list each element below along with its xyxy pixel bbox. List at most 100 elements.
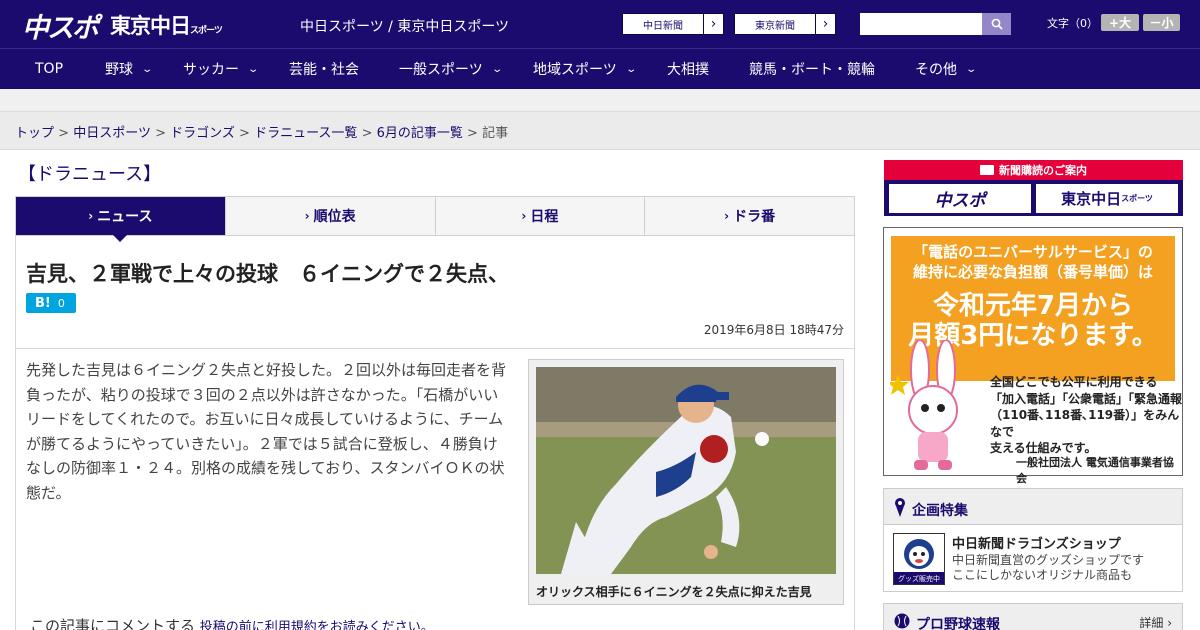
breadcrumb-link-top[interactable]: トップ: [15, 126, 54, 141]
ad-organization: 一般社団法人 電気通信事業者協会: [1016, 456, 1174, 485]
chevron-right-icon: ›: [304, 209, 310, 223]
chevron-right-icon: ›: [521, 209, 527, 223]
breadcrumb-link-dragons[interactable]: ドラゴンズ: [170, 126, 235, 141]
breadcrumb-separator: >: [467, 126, 478, 141]
nav-item-sumo[interactable]: 大相撲: [667, 49, 709, 89]
comment-prompt: この記事にコメントする 投稿の前に利用規約をお読みください。: [30, 615, 434, 630]
nav-item-soccer[interactable]: サッカー ⌄: [183, 49, 259, 89]
baseball-icon: [894, 613, 910, 629]
nav-item-racing[interactable]: 競馬・ボート・競輪: [749, 49, 875, 89]
chuspo-logo[interactable]: 中スポ: [22, 6, 99, 45]
font-size-label: 文字（0）: [1047, 17, 1098, 30]
hatena-count: 0: [57, 296, 65, 310]
tab-dora-ban[interactable]: › ドラ番: [645, 197, 854, 235]
chevron-right-icon: ›: [724, 209, 730, 223]
tokyo-logo-sub: スポーツ: [190, 26, 223, 36]
site-header: 中スポ 東京中日スポーツ 中日スポーツ / 東京中日スポーツ 中日新聞 › 東京…: [0, 0, 1200, 48]
article-tabs: › ニュース › 順位表 › 日程 › ドラ番: [15, 196, 855, 242]
subscribe-tokyo-main: 東京中日: [1061, 190, 1122, 208]
search-input[interactable]: [860, 13, 982, 35]
tab-news[interactable]: › ニュース: [16, 197, 226, 242]
nav-item-top[interactable]: TOP: [35, 49, 63, 89]
nav-label: その他: [915, 62, 957, 78]
pitcher-photo-icon: [536, 367, 836, 574]
section-title: 【ドラニュース】: [18, 164, 162, 185]
main-nav: TOP 野球 ⌄ サッカー ⌄ 芸能・社会 一般スポーツ ⌄ 地域スポーツ ⌄ 大相撲 …: [0, 48, 1200, 89]
newspaper-icon: [980, 165, 994, 175]
tokyo-chunichi-logo[interactable]: 東京中日スポーツ: [110, 10, 223, 40]
ad-heading: 「電話のユニバーサルサービス」の 維持に必要な負担額（番号単価）は: [891, 242, 1175, 282]
search-icon: [991, 18, 1003, 30]
subscription-label: 新聞購読のご案内: [999, 164, 1087, 177]
nav-item-baseball[interactable]: 野球 ⌄: [105, 49, 153, 89]
dragons-shop-link[interactable]: 中日新聞ドラゴンズショップ: [952, 533, 1121, 552]
subscription-banner[interactable]: 新聞購読のご案内 中スポ 東京中日 スポーツ: [884, 160, 1183, 216]
ribbon-icon: [895, 498, 905, 517]
scores-detail-link[interactable]: 詳細 ›: [1139, 614, 1172, 630]
breadcrumb-link-chunichi-sports[interactable]: 中日スポーツ: [73, 126, 151, 141]
nav-item-entertainment[interactable]: 芸能・社会: [289, 49, 359, 89]
thumb-label: グッズ販売中: [898, 574, 940, 583]
comment-label: この記事にコメントする: [30, 617, 196, 630]
breadcrumb-link-june-list[interactable]: 6月の記事一覧: [377, 126, 463, 141]
chunichi-shimbun-link[interactable]: 中日新聞 ›: [622, 13, 724, 35]
article-photo[interactable]: [536, 367, 836, 574]
ad-big-line1: 令和元年7月から: [932, 291, 1134, 321]
tokyo-logo-main: 東京中日: [110, 14, 191, 38]
chevron-right-icon: ›: [703, 14, 723, 34]
feature-header: 企画特集: [884, 489, 1182, 525]
site-title: 中日スポーツ / 東京中日スポーツ: [300, 19, 510, 35]
terms-link[interactable]: 投稿の前に利用規約をお読みください。: [200, 620, 434, 630]
tab-label: ドラ番: [733, 209, 776, 225]
chevron-down-icon: ⌄: [625, 63, 637, 75]
nav-label: TOP: [35, 61, 64, 77]
nav-label: 競馬・ボート・競輪: [749, 62, 875, 78]
subscription-header: 新聞購読のご案内: [884, 160, 1183, 180]
nav-label: 一般スポーツ: [399, 62, 483, 78]
shop-desc-line1: 中日新聞直営のグッズショップです: [952, 553, 1145, 567]
nav-item-other[interactable]: その他 ⌄: [915, 49, 978, 89]
nav-item-general-sports[interactable]: 一般スポーツ ⌄: [399, 49, 503, 89]
breadcrumb-separator: >: [155, 126, 166, 141]
tab-schedule[interactable]: › 日程: [435, 197, 646, 235]
baseball-scores-section: プロ野球速報 詳細 ›: [883, 603, 1183, 630]
search-button[interactable]: [982, 13, 1011, 35]
shop-mascot-icon: グッズ販売中: [894, 534, 944, 584]
photo-caption: オリックス相手に６イニングを２失点に抑えた吉見: [536, 585, 812, 599]
tab-label: ニュース: [97, 209, 153, 225]
nav-item-local-sports[interactable]: 地域スポーツ ⌄: [533, 49, 637, 89]
breadcrumb-separator: >: [361, 126, 373, 141]
hatena-icon: B!: [35, 295, 51, 311]
breadcrumb-separator: >: [239, 126, 250, 141]
subscribe-tokyo-sub: スポーツ: [1121, 194, 1153, 203]
nav-label: 野球: [105, 62, 133, 78]
font-smaller-button[interactable]: －小: [1143, 14, 1180, 31]
tab-standings[interactable]: › 順位表: [225, 197, 436, 235]
ad-heading-line2: 維持に必要な負担額（番号単価）は: [912, 263, 1153, 281]
rabbit-mascot-icon: [890, 340, 958, 470]
breadcrumb-separator: >: [58, 126, 70, 141]
ad-desc-line3: （110番､118番､119番）」をみんなで: [990, 408, 1180, 439]
tab-label: 順位表: [313, 209, 356, 225]
font-larger-button[interactable]: +大: [1101, 14, 1139, 31]
chevron-right-icon: ›: [815, 14, 835, 34]
subscribe-tokyo-logo[interactable]: 東京中日 スポーツ: [1036, 184, 1178, 213]
breadcrumb-link-news-list[interactable]: ドラニュース一覧: [254, 126, 357, 141]
nav-label: 地域スポーツ: [533, 62, 617, 78]
ad-heading-line1: 「電話のユニバーサルサービス」の: [913, 243, 1153, 261]
tokyo-shimbun-label: 東京新聞: [755, 20, 795, 32]
ad-desc-line2: 「加入電話」「公衆電話」「緊急通報: [990, 391, 1183, 406]
tokyo-shimbun-link[interactable]: 東京新聞 ›: [734, 13, 836, 35]
dragons-shop-description: 中日新聞直営のグッズショップです ここにしかないオリジナル商品も: [952, 553, 1144, 583]
shop-desc-line2: ここにしかないオリジナル商品も: [952, 568, 1133, 582]
publish-date: 2019年6月8日 18時47分: [703, 323, 844, 337]
ad-desc-line1: 全国どこでも公平に利用できる: [990, 375, 1158, 389]
dragons-shop-thumbnail[interactable]: グッズ販売中: [893, 533, 945, 585]
hatena-bookmark-button[interactable]: B! 0: [26, 293, 76, 313]
breadcrumb: トップ > 中日スポーツ > ドラゴンズ > ドラニュース一覧 > 6月の記事一…: [15, 122, 508, 141]
chevron-down-icon: ⌄: [965, 63, 978, 75]
subscribe-chuspo-logo[interactable]: 中スポ: [889, 184, 1031, 213]
tab-label: 日程: [530, 209, 559, 225]
breadcrumb-current: 記事: [482, 126, 509, 141]
universal-service-ad[interactable]: 「電話のユニバーサルサービス」の 維持に必要な負担額（番号単価）は 令和元年7月…: [883, 227, 1183, 485]
